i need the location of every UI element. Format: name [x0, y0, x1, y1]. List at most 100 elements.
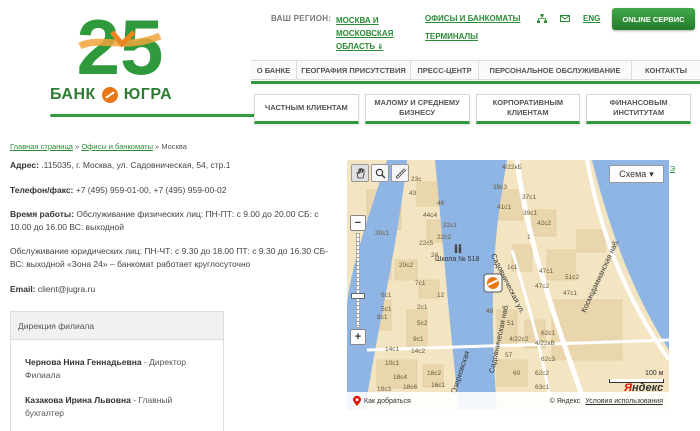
region-value[interactable]: МОСКВА И МОСКОВСКАЯ ОБЛАСТЬ [336, 16, 393, 51]
map-copyright: © Яндекс Условия использования [550, 398, 669, 405]
person-name: Казакова Ирина Львовна [25, 395, 131, 405]
terminals-link[interactable]: ТЕРМИНАЛЫ [425, 32, 478, 41]
offices-link[interactable]: ОФИСЫ И БАНКОМАТЫ [425, 14, 520, 23]
zoom-slider-track[interactable] [356, 233, 360, 328]
side-link[interactable]: Э [670, 166, 675, 173]
breadcrumb-current: Москва [161, 142, 187, 151]
nav-about[interactable]: О БАНКЕ [251, 61, 297, 79]
zoom-out-button[interactable]: + [350, 329, 366, 345]
breadcrumb: Главная страница » Офисы и банкоматы » М… [10, 142, 187, 151]
map-building-label: 20с1 [375, 230, 390, 237]
client-nav: ЧАСТНЫМ КЛИЕНТАМ МАЛОМУ И СРЕДНЕМУ БИЗНЕ… [251, 94, 694, 124]
map-building-label: 47с1 [539, 268, 554, 275]
map-building-label: 44с4 [423, 212, 438, 219]
map-type-label[interactable]: Схема [619, 169, 646, 179]
logo-brand-text: БАНК ЮГРА [50, 86, 210, 104]
map-tool-ruler[interactable] [391, 164, 409, 182]
map-building-label: 23с [411, 176, 422, 183]
magnifier-icon [375, 168, 385, 178]
ruler-icon [395, 168, 406, 179]
address-value: .115035, г. Москва, ул. Садовническая, 5… [38, 160, 231, 170]
bank-marker-icon[interactable] [482, 272, 504, 294]
hours-label: Время работы: [10, 209, 74, 219]
logo-brand-label-2: ЮГРА [123, 86, 173, 103]
zoom-slider-handle[interactable] [351, 293, 365, 299]
map-tool-magnifier[interactable] [371, 164, 389, 182]
logo-25-icon: 25 [77, 6, 164, 84]
map-building-label: 22с5 [419, 240, 434, 247]
mail-icon[interactable] [560, 15, 570, 22]
email-label: Email: [10, 284, 36, 294]
map-building-label: 7с1 [415, 280, 426, 287]
map-building-label: 9с1 [413, 336, 424, 343]
region-arrow-icon[interactable]: ⇓ [377, 44, 383, 51]
map-building-label: 60 [513, 370, 521, 377]
zoom-in-button[interactable]: − [350, 215, 366, 231]
address-label: Адрес: [10, 160, 39, 170]
phone-label: Телефон/факс: [10, 185, 74, 195]
map-building-label: 10с1 [385, 360, 400, 367]
nav-press-center[interactable]: ПРЕСС-ЦЕНТР [411, 61, 479, 79]
terms-link[interactable]: Условия использования [585, 398, 663, 405]
person-name: Чернова Нина Геннадьевна [25, 357, 142, 367]
main-nav: О БАНКЕ ГЕОГРАФИЯ ПРИСУТСТВИЯ ПРЕСС-ЦЕНТ… [251, 60, 700, 80]
branch-management-box: Дирекция филиала Чернова Нина Геннадьевн… [10, 311, 224, 431]
map-building-label: 46 [437, 200, 445, 207]
breadcrumb-home[interactable]: Главная страница [10, 142, 73, 151]
address-info: Адрес: .115035, г. Москва, ул. Садовниче… [10, 159, 335, 172]
map-building-label: 5с2 [417, 320, 428, 327]
nav-private-clients[interactable]: ЧАСТНЫМ КЛИЕНТАМ [254, 94, 359, 124]
branch-person: Чернова Нина Геннадьевна - Директор Фили… [25, 356, 209, 382]
office-map[interactable]: 4/22кБ 39с3 23с 43 37с1 46 41с1 44с4 39с… [347, 160, 669, 410]
pin-icon [353, 396, 361, 406]
map-toolbar [351, 164, 409, 182]
logo-underline [50, 114, 264, 117]
map-building-label: 4/22с2 [509, 336, 529, 343]
map-building-label: 62с3 [541, 356, 556, 363]
nav-personal-service[interactable]: ПЕРСОНАЛЬНОЕ ОБСЛУЖИВАНИЕ [479, 61, 632, 79]
map-building-label: 18с4 [393, 374, 408, 381]
map-building-label: 12 [437, 292, 445, 299]
map-building-label: 8с1 [377, 314, 388, 321]
map-building-label: 20с2 [399, 262, 414, 269]
map-footer: Как добраться © Яндекс Условия использов… [347, 392, 669, 410]
main-nav-underline [251, 81, 700, 84]
map-zoom-control: − + [350, 215, 366, 345]
sitemap-icon[interactable] [537, 14, 547, 23]
region-selector[interactable]: МОСКВА И МОСКОВСКАЯ ОБЛАСТЬ ⇓ [336, 14, 404, 54]
nav-geography[interactable]: ГЕОГРАФИЯ ПРИСУТСТВИЯ [297, 61, 411, 79]
lang-switch-link[interactable]: ENG [583, 14, 600, 23]
route-link[interactable]: Как добраться [347, 396, 411, 406]
map-building-label: 14с1 [385, 346, 400, 353]
map-building-label: 22с2 [437, 234, 452, 241]
map-building-label: 51 [507, 320, 515, 327]
bank-logo[interactable]: 25 БАНК ЮГРА [40, 6, 264, 117]
nav-financial-institutions[interactable]: ФИНАНСОВЫМ ИНСТИТУТАМ [586, 94, 691, 124]
map-building-label: 16с1 [431, 382, 446, 389]
branch-header: Дирекция филиала [11, 312, 223, 340]
map-building-label: 62с2 [535, 370, 550, 377]
school-icon[interactable] [454, 244, 462, 253]
map-type-select[interactable]: Схема ▾ [609, 165, 664, 183]
email-value[interactable]: client@jugra.ru [36, 284, 95, 294]
map-tool-hand[interactable] [351, 164, 369, 182]
chevron-down-icon[interactable]: ▾ [649, 169, 654, 180]
logo-orb-icon [101, 87, 118, 103]
map-building-label: 2с1 [417, 304, 428, 311]
map-building-label: 22с1 [443, 222, 458, 229]
map-building-label: 16с2 [427, 370, 442, 377]
region-label: ВАШ РЕГИОН: [271, 14, 332, 23]
nav-contacts[interactable]: КОНТАКТЫ [632, 61, 700, 79]
copyright-text: © Яндекс [549, 397, 581, 405]
breadcrumb-offices[interactable]: Офисы и банкоматы [81, 142, 153, 151]
map-building-label: 5с1 [381, 306, 392, 313]
route-link-label[interactable]: Как добраться [364, 398, 411, 405]
map-building-label: 6с1 [381, 292, 392, 299]
online-service-button[interactable]: ONLINE СЕРВИС [612, 8, 695, 30]
map-building-label: 1с1 [507, 264, 518, 271]
map-building-label: 57 [505, 352, 513, 359]
nav-small-business[interactable]: МАЛОМУ И СРЕДНЕМУ БИЗНЕСУ [364, 94, 470, 124]
hours-info: Время работы: Обслуживание физических ли… [10, 208, 335, 234]
nav-corporate-clients[interactable]: КОРПОРАТИВНЫМ КЛИЕНТАМ [475, 94, 581, 124]
map-building-label: 43 [409, 190, 417, 197]
